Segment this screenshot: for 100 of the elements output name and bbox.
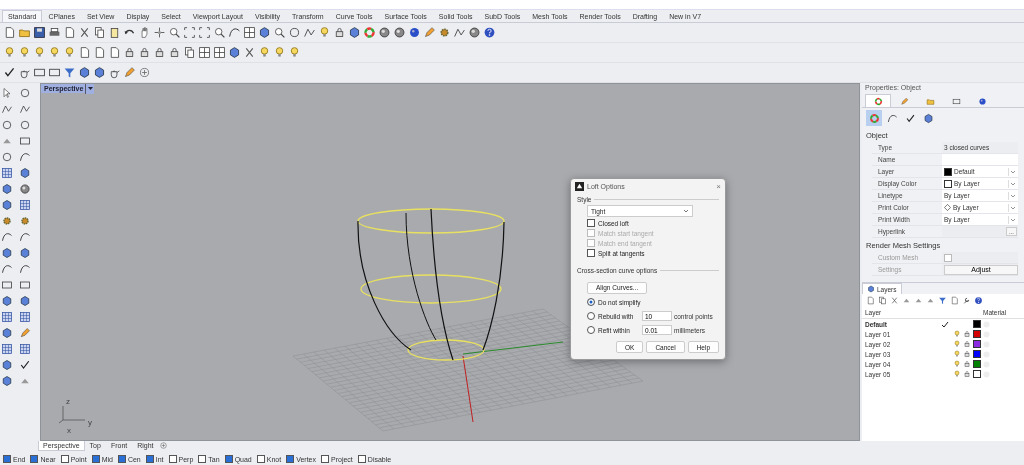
name-field[interactable] [942,154,1018,166]
layer-color-swatch[interactable] [973,340,981,348]
sphere-icon[interactable] [19,183,31,195]
sphere-icon[interactable] [393,26,406,39]
lock-icon[interactable] [153,46,166,59]
radio-button[interactable] [587,326,595,334]
pencil-icon[interactable] [123,66,136,79]
copy-icon[interactable] [183,46,196,59]
lightbulb-icon[interactable] [63,46,76,59]
document-icon[interactable] [108,46,121,59]
close-button[interactable]: × [716,181,721,191]
polyline-icon[interactable] [1,103,13,115]
checkbox[interactable] [256,455,265,463]
mesh-icon[interactable] [19,311,31,323]
lock-icon[interactable] [963,350,971,358]
cut-icon[interactable] [78,26,91,39]
circle-icon[interactable] [19,119,31,131]
checkmark-icon[interactable] [19,359,31,371]
clipboard-icon[interactable] [108,26,121,39]
magnifier-icon[interactable] [213,26,226,39]
checkbox[interactable] [168,455,177,463]
layer-color-swatch[interactable] [973,360,981,368]
lock-icon[interactable] [168,46,181,59]
checkbox[interactable] [198,455,207,463]
curve-icon[interactable] [1,231,13,243]
sphere-icon[interactable] [468,26,481,39]
pencil-icon[interactable] [423,26,436,39]
radio-button[interactable] [587,312,595,320]
lightbulb-icon[interactable] [953,350,961,358]
checkbox[interactable] [60,455,69,463]
lock-icon[interactable] [963,330,971,338]
rectangle-icon[interactable] [951,96,961,106]
rectangle-icon[interactable] [1,279,13,291]
polyline-icon[interactable] [303,26,316,39]
lightbulb-icon[interactable] [953,330,961,338]
lock-icon[interactable] [123,46,136,59]
mesh-icon[interactable] [1,311,13,323]
layer-color-swatch[interactable] [973,350,981,358]
dropdown-icon[interactable] [1008,191,1017,200]
circle-icon[interactable] [288,26,301,39]
copy-icon[interactable] [878,296,887,305]
document-icon[interactable] [63,26,76,39]
checkbox[interactable] [145,455,154,463]
copy-icon[interactable] [93,26,106,39]
mesh-icon[interactable] [19,199,31,211]
lock-icon[interactable] [333,26,346,39]
checkbox[interactable] [30,455,39,463]
pointer-icon[interactable] [1,87,13,99]
rectangle-icon[interactable] [19,135,31,147]
frame-icon[interactable] [183,26,196,39]
document-icon[interactable] [78,46,91,59]
mesh-icon[interactable] [1,167,13,179]
lightbulb-icon[interactable] [318,26,331,39]
circle-icon[interactable] [19,87,31,99]
document-icon[interactable] [866,296,875,305]
printer-icon[interactable] [48,26,61,39]
layer-color-swatch[interactable] [973,320,981,328]
lightbulb-icon[interactable] [953,360,961,368]
radio-button[interactable] [587,298,595,306]
move-arrows-icon[interactable] [153,26,166,39]
checkbox[interactable] [224,455,233,463]
checkbox[interactable] [357,455,366,463]
grid-icon[interactable] [198,46,211,59]
dropdown-icon[interactable] [1008,179,1017,188]
lightbulb-icon[interactable] [288,46,301,59]
lightbulb-icon[interactable] [273,46,286,59]
lock-icon[interactable] [963,360,971,368]
help-icon[interactable] [483,26,496,39]
dropdown-icon[interactable] [1008,167,1017,176]
curve-icon[interactable] [19,263,31,275]
lightbulb-icon[interactable] [48,46,61,59]
lightbulb-icon[interactable] [18,46,31,59]
checkbox[interactable] [117,455,126,463]
dropdown-icon[interactable] [1008,203,1017,212]
rectangle-icon[interactable] [19,279,31,291]
funnel-icon[interactable] [63,66,76,79]
color-wheel-icon[interactable] [363,26,376,39]
layer-color-swatch[interactable] [973,370,981,378]
lock-icon[interactable] [138,46,151,59]
cut-icon[interactable] [890,296,899,305]
mesh-icon[interactable] [1,343,13,355]
checkbox[interactable] [587,249,595,257]
cut-icon[interactable] [243,46,256,59]
funnel-icon[interactable] [938,296,947,305]
command-line-field[interactable] [0,0,1024,10]
wrench-icon[interactable] [962,296,971,305]
polyline-icon[interactable] [19,103,31,115]
ball-icon[interactable] [977,96,987,106]
checkbox[interactable] [3,455,11,463]
ball-icon[interactable] [408,26,421,39]
dropdown-icon[interactable] [1008,215,1017,224]
curve-icon[interactable] [228,26,241,39]
lock-icon[interactable] [963,340,971,348]
sphere-icon[interactable] [378,26,391,39]
lightbulb-icon[interactable] [953,340,961,348]
mesh-icon[interactable] [19,343,31,355]
document-icon[interactable] [950,296,959,305]
lightbulb-icon[interactable] [3,46,16,59]
rectangle-icon[interactable] [48,66,61,79]
curve-icon[interactable] [19,231,31,243]
